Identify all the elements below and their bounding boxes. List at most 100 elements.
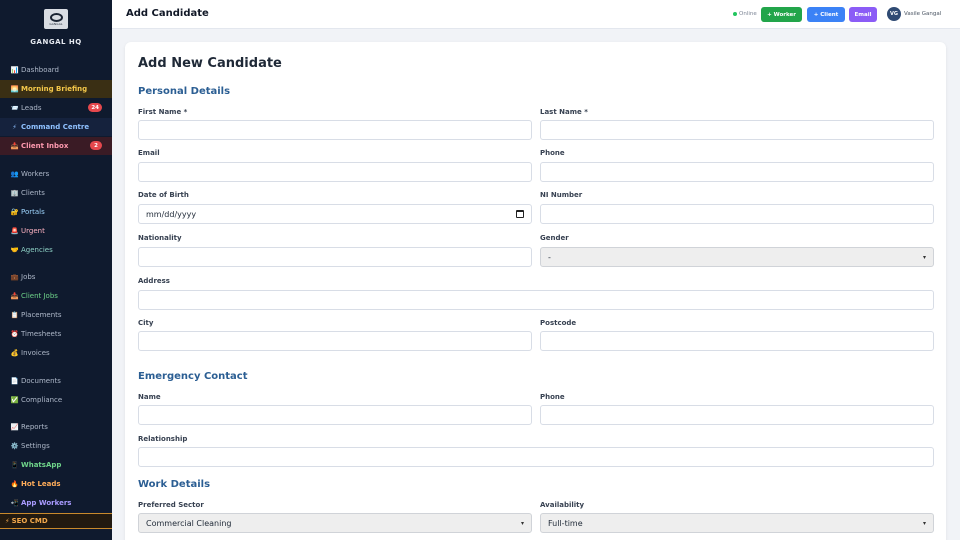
logo-text: GANGAL xyxy=(49,22,63,26)
preferred-sector-value: Commercial Cleaning xyxy=(146,518,232,528)
sidebar-item-portals[interactable]: 🔐 Portals xyxy=(0,203,112,221)
sidebar-item-label: Morning Briefing xyxy=(21,85,88,93)
sidebar-item-client-jobs[interactable]: 📥 Client Jobs xyxy=(0,287,112,305)
sidebar-item-label: Reports xyxy=(21,423,48,431)
sidebar-item-invoices[interactable]: 💰 Invoices xyxy=(0,344,112,362)
sidebar-item-label: Compliance xyxy=(21,396,63,404)
alarm-clock-icon: ⏰ xyxy=(10,330,19,338)
handshake-icon: 🤝 xyxy=(10,246,19,254)
gear-icon: ⚙️ xyxy=(10,442,19,450)
sidebar-item-reports[interactable]: 📈 Reports xyxy=(0,418,112,436)
nationality-input[interactable] xyxy=(138,247,532,267)
emergency-phone-input[interactable] xyxy=(540,405,934,425)
add-client-button[interactable]: + Client xyxy=(807,7,845,22)
user-menu[interactable]: VG Vasile Gangal xyxy=(887,7,941,21)
sidebar-item-hot-leads[interactable]: 🔥 Hot Leads xyxy=(0,475,112,493)
sidebar-item-label: Timesheets xyxy=(21,330,62,338)
check-icon: ✅ xyxy=(10,396,19,404)
money-bag-icon: 💰 xyxy=(10,349,19,357)
postcode-input[interactable] xyxy=(540,331,934,351)
city-label: City xyxy=(138,319,154,327)
avatar: VG xyxy=(887,7,901,21)
email-label: Email xyxy=(138,149,160,157)
last-name-input[interactable] xyxy=(540,120,934,140)
sidebar-item-jobs[interactable]: 💼 Jobs xyxy=(0,268,112,286)
lock-icon: 🔐 xyxy=(10,208,19,216)
sidebar-item-label: Documents xyxy=(21,377,61,385)
building-icon: 🏢 xyxy=(10,189,19,197)
gender-value: - xyxy=(548,252,551,262)
dob-input[interactable]: mm/dd/yyyy xyxy=(138,204,532,224)
calendar-icon[interactable] xyxy=(516,210,524,218)
sidebar: GANGAL GANGAL HQ 📊 Dashboard 🌅 Morning Bri… xyxy=(0,0,112,540)
availability-value: Full-time xyxy=(548,518,583,528)
status-dot-icon xyxy=(733,12,737,16)
clipboard-icon: 📋 xyxy=(10,311,19,319)
phone-input[interactable] xyxy=(540,162,934,182)
sidebar-item-label: Placements xyxy=(21,311,62,319)
postcode-label: Postcode xyxy=(540,319,577,327)
sidebar-item-command-centre[interactable]: ⚡ Command Centre xyxy=(0,118,112,136)
chevron-down-icon: ▾ xyxy=(922,253,926,261)
chevron-down-icon: ▾ xyxy=(922,519,926,527)
section-personal-details: Personal Details xyxy=(138,86,231,97)
status-text: Online xyxy=(739,11,757,17)
sidebar-item-compliance[interactable]: ✅ Compliance xyxy=(0,391,112,409)
brand-name: GANGAL HQ xyxy=(30,38,82,46)
sidebar-item-morning-briefing[interactable]: 🌅 Morning Briefing xyxy=(0,80,112,98)
leads-count-badge: 24 xyxy=(88,103,102,112)
phone-label: Phone xyxy=(540,149,565,157)
address-input[interactable] xyxy=(138,290,934,310)
inbox-icon: 📨 xyxy=(10,104,19,112)
nationality-label: Nationality xyxy=(138,234,182,242)
sidebar-item-clients[interactable]: 🏢 Clients xyxy=(0,184,112,202)
sidebar-item-client-inbox[interactable]: 📥 Client Inbox 2 xyxy=(0,137,112,155)
sidebar-item-settings[interactable]: ⚙️ Settings xyxy=(0,437,112,455)
relationship-input[interactable] xyxy=(138,447,934,467)
inbox-tray-icon: 📥 xyxy=(10,292,19,300)
sidebar-item-seo-cmd[interactable]: ⚡ SEO CMD xyxy=(0,513,112,529)
first-name-input[interactable] xyxy=(138,120,532,140)
phone-icon: 📱 xyxy=(10,461,19,469)
sidebar-item-label: Command Centre xyxy=(21,123,90,131)
availability-label: Availability xyxy=(540,501,585,509)
chart-icon: 📊 xyxy=(10,66,19,74)
sidebar-item-urgent[interactable]: 🚨 Urgent xyxy=(0,222,112,240)
sidebar-item-whatsapp[interactable]: 📱 WhatsApp xyxy=(0,456,112,474)
sidebar-item-timesheets[interactable]: ⏰ Timesheets xyxy=(0,325,112,343)
first-name-label: First Name * xyxy=(138,108,188,116)
sidebar-item-agencies[interactable]: 🤝 Agencies xyxy=(0,241,112,259)
preferred-sector-label: Preferred Sector xyxy=(138,501,204,509)
sidebar-item-label: WhatsApp xyxy=(21,461,62,469)
relationship-label: Relationship xyxy=(138,435,188,443)
chevron-down-icon: ▾ xyxy=(520,519,524,527)
sidebar-item-documents[interactable]: 📄 Documents xyxy=(0,372,112,390)
sidebar-item-label: Dashboard xyxy=(21,66,59,74)
sidebar-item-dashboard[interactable]: 📊 Dashboard xyxy=(0,61,112,79)
mobile-arrow-icon: 📲 xyxy=(10,499,19,507)
sidebar-item-label: Clients xyxy=(21,189,45,197)
availability-select[interactable]: Full-time ▾ xyxy=(540,513,934,533)
email-button[interactable]: Email xyxy=(849,7,877,22)
page-title: Add Candidate xyxy=(126,8,209,19)
sidebar-item-placements[interactable]: 📋 Placements xyxy=(0,306,112,324)
form-title: Add New Candidate xyxy=(138,56,282,71)
city-input[interactable] xyxy=(138,331,532,351)
ni-number-input[interactable] xyxy=(540,204,934,224)
preferred-sector-select[interactable]: Commercial Cleaning ▾ xyxy=(138,513,532,533)
lightning-icon: ⚡ xyxy=(12,123,17,131)
gender-select[interactable]: - ▾ xyxy=(540,247,934,267)
online-status: Online xyxy=(733,11,757,17)
sidebar-item-label: Settings xyxy=(21,442,50,450)
sidebar-item-leads[interactable]: 📨 Leads 24 xyxy=(0,99,112,117)
add-worker-button[interactable]: + Worker xyxy=(761,7,802,22)
emergency-name-input[interactable] xyxy=(138,405,532,425)
sidebar-item-app-workers[interactable]: 📲 App Workers xyxy=(0,494,112,512)
sidebar-item-label: Invoices xyxy=(21,349,50,357)
brand-logo[interactable]: GANGAL xyxy=(44,9,68,29)
emergency-name-label: Name xyxy=(138,393,161,401)
email-input[interactable] xyxy=(138,162,532,182)
sidebar-item-workers[interactable]: 👥 Workers xyxy=(0,165,112,183)
last-name-label: Last Name * xyxy=(540,108,588,116)
sidebar-item-label: Leads xyxy=(21,104,42,112)
